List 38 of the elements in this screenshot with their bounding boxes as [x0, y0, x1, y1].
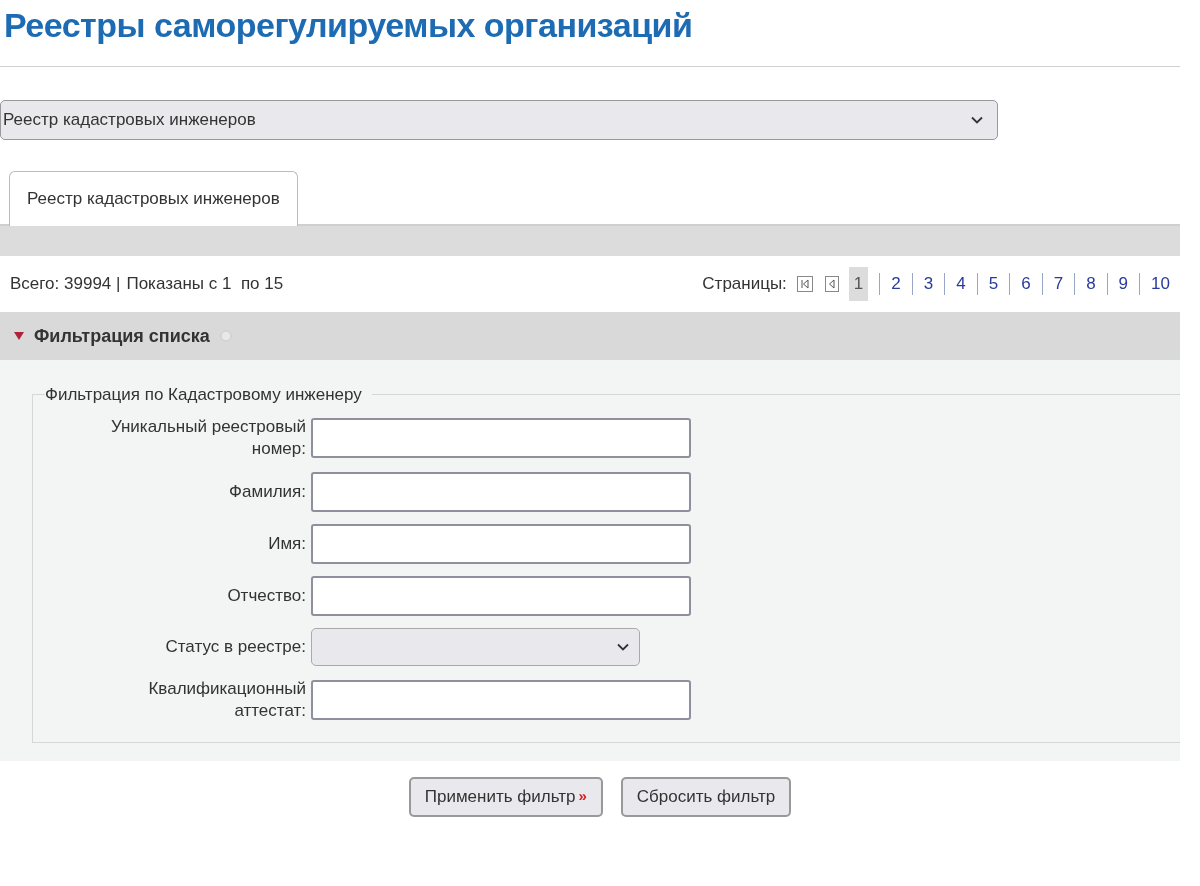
status-select[interactable]: [311, 627, 640, 666]
page-link[interactable]: 3: [923, 271, 934, 297]
page-link[interactable]: 8: [1086, 271, 1096, 297]
field-label: Квалификационный аттестат:: [147, 677, 306, 722]
chevron-down-icon: [617, 642, 629, 651]
page-link[interactable]: 9: [1118, 271, 1129, 297]
circle-icon: [219, 330, 232, 342]
field-label: Статус в реестре:: [165, 635, 306, 658]
first-page-icon[interactable]: [796, 276, 813, 292]
page-link[interactable]: 2: [891, 271, 901, 297]
previous-page-icon[interactable]: [824, 276, 839, 292]
tab[interactable]: Реестр кадастровых инженеров: [9, 171, 298, 226]
input-field[interactable]: [311, 471, 691, 512]
shown-range: Показаны с 1 по 15: [126, 273, 284, 296]
input-field[interactable]: [311, 679, 691, 720]
filter-button[interactable]: Применить фильтр »: [408, 776, 603, 817]
chevron-down-icon: [971, 116, 983, 124]
input-field[interactable]: [311, 417, 691, 458]
page-link[interactable]: 1: [848, 267, 869, 301]
triangle-icon: [14, 332, 24, 340]
input-field[interactable]: [311, 523, 691, 564]
page-link[interactable]: 4: [956, 271, 966, 297]
filter-button[interactable]: Сбросить фильтр: [620, 776, 792, 817]
field-label: Отчество:: [227, 584, 306, 607]
fieldset-legend: Фильтрация по Кадастровому инженеру: [45, 382, 372, 408]
registry-select[interactable]: Реестр кадастровых инженеров: [0, 100, 998, 140]
page-link[interactable]: 6: [1021, 271, 1031, 297]
filter-header[interactable]: Фильтрация списка: [0, 312, 1180, 360]
field-label: Фамилия:: [229, 480, 306, 503]
pages-label: Страницы:: [702, 273, 787, 296]
field-label: Имя:: [268, 532, 306, 555]
page-title: Реестры саморегулируемых организаций: [3, 5, 694, 46]
total-count: Всего: 39994 |: [10, 273, 121, 296]
page-link[interactable]: 5: [988, 271, 999, 297]
field-label: Уникальный реестровый номер:: [109, 415, 306, 460]
input-field[interactable]: [311, 575, 691, 616]
page-link[interactable]: 7: [1053, 271, 1064, 297]
page-link[interactable]: 10: [1151, 271, 1170, 297]
